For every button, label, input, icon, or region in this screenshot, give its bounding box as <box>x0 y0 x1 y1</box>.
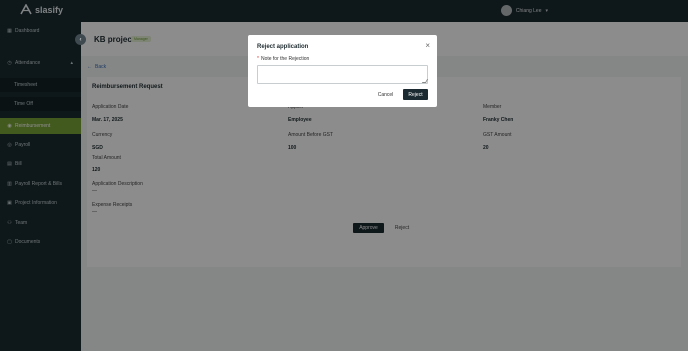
required-marker: * <box>257 56 259 62</box>
close-icon[interactable]: × <box>425 41 430 50</box>
cancel-button[interactable]: Cancel <box>373 89 398 100</box>
confirm-reject-button[interactable]: Reject <box>403 89 428 100</box>
sidebar-collapse-button[interactable]: ‹ <box>75 34 86 45</box>
modal-title: Reject application <box>257 44 309 50</box>
chevron-left-icon: ‹ <box>79 36 82 43</box>
rejection-note-label-text: Note for the Rejection <box>260 56 310 62</box>
reject-application-modal: Reject application × * Note for the Rejec… <box>248 35 437 107</box>
rejection-note-input[interactable] <box>257 65 428 84</box>
rejection-note-label: * Note for the Rejection <box>257 56 309 62</box>
